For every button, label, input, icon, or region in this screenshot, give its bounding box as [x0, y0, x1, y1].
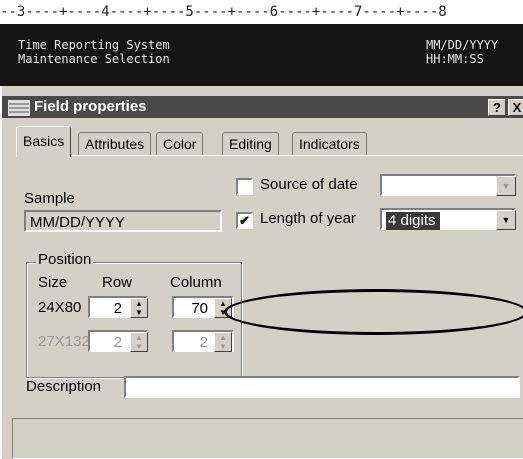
date-placeholder: MM/DD/YYYY: [426, 38, 499, 52]
column-header: Column: [170, 274, 222, 291]
bottom-panel: [12, 418, 523, 459]
length-of-year-value: 4 digits: [386, 212, 440, 230]
row-24x80-spinner[interactable]: ▲ ▼: [130, 298, 148, 318]
spin-up-icon: ▲: [135, 333, 143, 342]
spin-up-icon[interactable]: ▲: [219, 299, 227, 308]
chevron-down-icon[interactable]: ▼: [496, 210, 516, 230]
close-button[interactable]: X: [508, 99, 523, 116]
sample-label: Sample: [24, 190, 75, 207]
field-properties-dialog: Field properties ? X Basics Attributes C…: [0, 86, 523, 459]
screen-title: Maintenance Selection: [18, 52, 170, 66]
tab-basics[interactable]: Basics: [16, 126, 72, 157]
window-icon: [8, 100, 30, 116]
spin-down-icon[interactable]: ▼: [135, 308, 143, 317]
chevron-down-icon[interactable]: ▼: [496, 176, 516, 196]
help-button[interactable]: ?: [488, 99, 506, 116]
row-header: Row: [102, 274, 133, 291]
sample-field: MM/DD/YYYY: [24, 210, 222, 232]
description-input[interactable]: [124, 376, 520, 398]
source-of-date-label: Source of date: [260, 176, 358, 193]
tab-attributes[interactable]: Attributes: [78, 132, 152, 155]
column-24x80-spinner[interactable]: ▲ ▼: [214, 298, 232, 318]
tab-indicators[interactable]: Indicators: [292, 132, 367, 155]
size-27x132-label: 27X132: [38, 333, 90, 350]
spin-down-icon: ▼: [135, 342, 143, 351]
tab-divider: [16, 155, 523, 156]
app-title: Time Reporting System: [18, 38, 170, 52]
dialog-title: Field properties: [34, 98, 147, 115]
terminal-screen: Time Reporting System Maintenance Select…: [0, 24, 523, 86]
spin-up-icon: ▲: [219, 333, 227, 342]
dialog-titlebar[interactable]: Field properties ? X: [2, 96, 523, 118]
tab-editing[interactable]: Editing: [222, 132, 279, 155]
tab-color[interactable]: Color: [156, 132, 204, 155]
column-27x132-spinner: ▲ ▼: [214, 332, 232, 352]
spin-down-icon[interactable]: ▼: [219, 308, 227, 317]
row-27x132-spinner: ▲ ▼: [130, 332, 148, 352]
time-placeholder: HH:MM:SS: [426, 52, 484, 66]
spin-up-icon[interactable]: ▲: [135, 299, 143, 308]
size-24x80-label: 24X80: [38, 299, 82, 316]
size-header: Size: [38, 274, 68, 291]
length-of-year-label: Length of year: [260, 210, 356, 227]
position-group-label: Position: [36, 251, 94, 268]
spin-down-icon: ▼: [219, 342, 227, 351]
description-label: Description: [26, 378, 102, 395]
column-ruler: --3----+----4----+----5----+----6----+--…: [0, 0, 523, 24]
length-of-year-checkbox[interactable]: ✔: [236, 212, 253, 229]
highlight-oval: [224, 289, 523, 335]
source-of-date-checkbox[interactable]: [236, 178, 253, 195]
